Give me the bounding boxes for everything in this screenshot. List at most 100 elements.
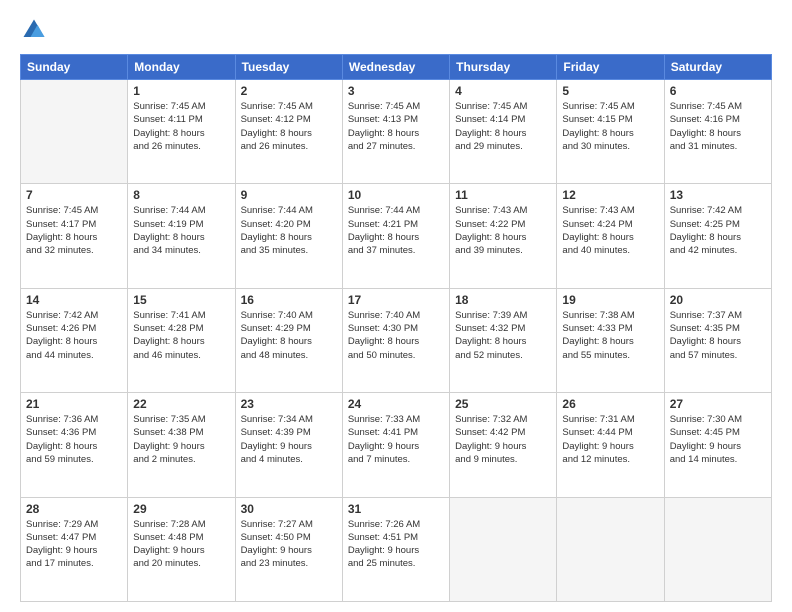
cell-info: Sunrise: 7:45 AM Sunset: 4:17 PM Dayligh… (26, 204, 122, 257)
calendar-cell: 17 Sunrise: 7:40 AM Sunset: 4:30 PM Dayli… (342, 288, 449, 392)
cell-info: Sunrise: 7:43 AM Sunset: 4:22 PM Dayligh… (455, 204, 551, 257)
cell-info: Sunrise: 7:45 AM Sunset: 4:13 PM Dayligh… (348, 100, 444, 153)
day-number: 29 (133, 502, 229, 516)
day-number: 14 (26, 293, 122, 307)
cell-info: Sunrise: 7:27 AM Sunset: 4:50 PM Dayligh… (241, 518, 337, 571)
cell-info: Sunrise: 7:40 AM Sunset: 4:30 PM Dayligh… (348, 309, 444, 362)
day-number: 22 (133, 397, 229, 411)
weekday-header: Saturday (664, 55, 771, 80)
day-number: 25 (455, 397, 551, 411)
day-number: 9 (241, 188, 337, 202)
day-number: 7 (26, 188, 122, 202)
day-number: 18 (455, 293, 551, 307)
cell-info: Sunrise: 7:28 AM Sunset: 4:48 PM Dayligh… (133, 518, 229, 571)
calendar-cell: 18 Sunrise: 7:39 AM Sunset: 4:32 PM Dayli… (450, 288, 557, 392)
calendar-cell: 9 Sunrise: 7:44 AM Sunset: 4:20 PM Daylig… (235, 184, 342, 288)
day-number: 10 (348, 188, 444, 202)
calendar-cell: 14 Sunrise: 7:42 AM Sunset: 4:26 PM Dayli… (21, 288, 128, 392)
day-number: 17 (348, 293, 444, 307)
day-number: 24 (348, 397, 444, 411)
calendar-week-row: 14 Sunrise: 7:42 AM Sunset: 4:26 PM Dayli… (21, 288, 772, 392)
cell-info: Sunrise: 7:44 AM Sunset: 4:20 PM Dayligh… (241, 204, 337, 257)
header (20, 16, 772, 44)
day-number: 15 (133, 293, 229, 307)
day-number: 3 (348, 84, 444, 98)
cell-info: Sunrise: 7:30 AM Sunset: 4:45 PM Dayligh… (670, 413, 766, 466)
calendar-cell: 16Sunrise: 7:40 AM Sunset: 4:29 PM Dayli… (235, 288, 342, 392)
cell-info: Sunrise: 7:39 AM Sunset: 4:32 PM Dayligh… (455, 309, 551, 362)
cell-info: Sunrise: 7:26 AM Sunset: 4:51 PM Dayligh… (348, 518, 444, 571)
cell-info: Sunrise: 7:43 AM Sunset: 4:24 PM Dayligh… (562, 204, 658, 257)
calendar-cell: 5 Sunrise: 7:45 AM Sunset: 4:15 PM Daylig… (557, 80, 664, 184)
calendar-week-row: 21 Sunrise: 7:36 AM Sunset: 4:36 PM Dayli… (21, 393, 772, 497)
day-number: 4 (455, 84, 551, 98)
cell-info: Sunrise: 7:45 AM Sunset: 4:14 PM Dayligh… (455, 100, 551, 153)
calendar-cell: 23Sunrise: 7:34 AM Sunset: 4:39 PM Dayli… (235, 393, 342, 497)
day-number: 11 (455, 188, 551, 202)
weekday-header: Friday (557, 55, 664, 80)
day-number: 13 (670, 188, 766, 202)
weekday-header: Monday (128, 55, 235, 80)
calendar-week-row: 28Sunrise: 7:29 AM Sunset: 4:47 PM Dayli… (21, 497, 772, 601)
calendar-cell (664, 497, 771, 601)
day-number: 21 (26, 397, 122, 411)
calendar-cell: 12Sunrise: 7:43 AM Sunset: 4:24 PM Dayli… (557, 184, 664, 288)
weekday-header-row: SundayMondayTuesdayWednesdayThursdayFrid… (21, 55, 772, 80)
calendar: SundayMondayTuesdayWednesdayThursdayFrid… (20, 54, 772, 602)
calendar-cell (557, 497, 664, 601)
cell-info: Sunrise: 7:35 AM Sunset: 4:38 PM Dayligh… (133, 413, 229, 466)
weekday-header: Thursday (450, 55, 557, 80)
calendar-cell: 15 Sunrise: 7:41 AM Sunset: 4:28 PM Dayli… (128, 288, 235, 392)
weekday-header: Sunday (21, 55, 128, 80)
day-number: 28 (26, 502, 122, 516)
calendar-cell: 11 Sunrise: 7:43 AM Sunset: 4:22 PM Dayli… (450, 184, 557, 288)
cell-info: Sunrise: 7:31 AM Sunset: 4:44 PM Dayligh… (562, 413, 658, 466)
day-number: 1 (133, 84, 229, 98)
calendar-cell: 6 Sunrise: 7:45 AM Sunset: 4:16 PM Daylig… (664, 80, 771, 184)
calendar-cell: 22 Sunrise: 7:35 AM Sunset: 4:38 PM Dayli… (128, 393, 235, 497)
calendar-cell (21, 80, 128, 184)
calendar-cell: 7 Sunrise: 7:45 AM Sunset: 4:17 PM Daylig… (21, 184, 128, 288)
calendar-cell: 25 Sunrise: 7:32 AM Sunset: 4:42 PM Dayli… (450, 393, 557, 497)
calendar-cell (450, 497, 557, 601)
cell-info: Sunrise: 7:45 AM Sunset: 4:16 PM Dayligh… (670, 100, 766, 153)
calendar-cell: 21 Sunrise: 7:36 AM Sunset: 4:36 PM Dayli… (21, 393, 128, 497)
logo (20, 16, 52, 44)
cell-info: Sunrise: 7:36 AM Sunset: 4:36 PM Dayligh… (26, 413, 122, 466)
calendar-cell: 13 Sunrise: 7:42 AM Sunset: 4:25 PM Dayli… (664, 184, 771, 288)
calendar-cell: 20Sunrise: 7:37 AM Sunset: 4:35 PM Dayli… (664, 288, 771, 392)
day-number: 2 (241, 84, 337, 98)
cell-info: Sunrise: 7:44 AM Sunset: 4:21 PM Dayligh… (348, 204, 444, 257)
cell-info: Sunrise: 7:33 AM Sunset: 4:41 PM Dayligh… (348, 413, 444, 466)
calendar-cell: 31 Sunrise: 7:26 AM Sunset: 4:51 PM Dayli… (342, 497, 449, 601)
day-number: 8 (133, 188, 229, 202)
calendar-cell: 3 Sunrise: 7:45 AM Sunset: 4:13 PM Daylig… (342, 80, 449, 184)
cell-info: Sunrise: 7:40 AM Sunset: 4:29 PM Dayligh… (241, 309, 337, 362)
weekday-header: Tuesday (235, 55, 342, 80)
cell-info: Sunrise: 7:45 AM Sunset: 4:15 PM Dayligh… (562, 100, 658, 153)
day-number: 30 (241, 502, 337, 516)
calendar-cell: 24 Sunrise: 7:33 AM Sunset: 4:41 PM Dayli… (342, 393, 449, 497)
cell-info: Sunrise: 7:32 AM Sunset: 4:42 PM Dayligh… (455, 413, 551, 466)
day-number: 19 (562, 293, 658, 307)
calendar-cell: 1Sunrise: 7:45 AM Sunset: 4:11 PM Daylig… (128, 80, 235, 184)
cell-info: Sunrise: 7:41 AM Sunset: 4:28 PM Dayligh… (133, 309, 229, 362)
calendar-cell: 10 Sunrise: 7:44 AM Sunset: 4:21 PM Dayli… (342, 184, 449, 288)
cell-info: Sunrise: 7:42 AM Sunset: 4:26 PM Dayligh… (26, 309, 122, 362)
calendar-week-row: 1Sunrise: 7:45 AM Sunset: 4:11 PM Daylig… (21, 80, 772, 184)
calendar-cell: 19Sunrise: 7:38 AM Sunset: 4:33 PM Dayli… (557, 288, 664, 392)
day-number: 31 (348, 502, 444, 516)
day-number: 27 (670, 397, 766, 411)
cell-info: Sunrise: 7:42 AM Sunset: 4:25 PM Dayligh… (670, 204, 766, 257)
cell-info: Sunrise: 7:34 AM Sunset: 4:39 PM Dayligh… (241, 413, 337, 466)
calendar-cell: 2 Sunrise: 7:45 AM Sunset: 4:12 PM Daylig… (235, 80, 342, 184)
calendar-cell: 28Sunrise: 7:29 AM Sunset: 4:47 PM Dayli… (21, 497, 128, 601)
day-number: 6 (670, 84, 766, 98)
calendar-cell: 4 Sunrise: 7:45 AM Sunset: 4:14 PM Daylig… (450, 80, 557, 184)
calendar-cell: 8 Sunrise: 7:44 AM Sunset: 4:19 PM Daylig… (128, 184, 235, 288)
day-number: 5 (562, 84, 658, 98)
day-number: 20 (670, 293, 766, 307)
cell-info: Sunrise: 7:44 AM Sunset: 4:19 PM Dayligh… (133, 204, 229, 257)
calendar-cell: 26Sunrise: 7:31 AM Sunset: 4:44 PM Dayli… (557, 393, 664, 497)
cell-info: Sunrise: 7:45 AM Sunset: 4:12 PM Dayligh… (241, 100, 337, 153)
